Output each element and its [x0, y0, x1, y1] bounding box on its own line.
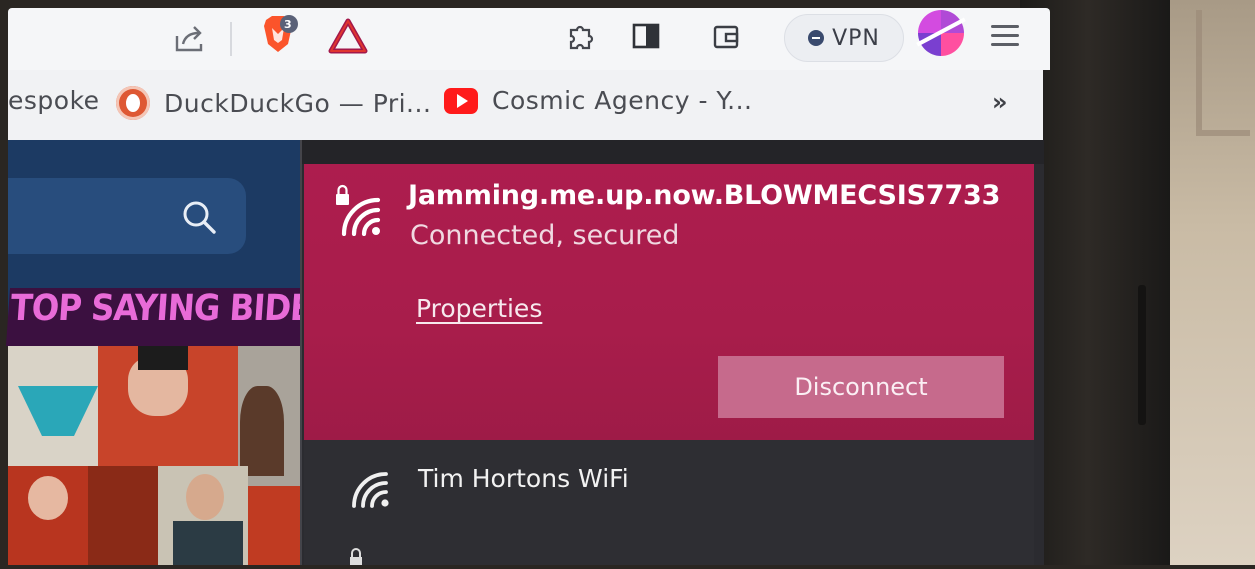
flyout-header-strip: [302, 140, 1044, 164]
duckduckgo-icon: [116, 86, 150, 120]
browser-toolbar: 3 VPN: [8, 8, 1050, 70]
sidebar-toggle-icon[interactable]: [630, 20, 662, 52]
brave-rewards-icon[interactable]: [328, 18, 368, 54]
web-page: TOP SAYING BIDEN!: [5, 140, 313, 565]
connection-status: Connected, secured: [410, 220, 680, 251]
bookmark-bespoke[interactable]: espoke: [8, 86, 100, 115]
bookmark-label: espoke: [8, 86, 100, 115]
image-collage: [8, 346, 308, 565]
extensions-icon[interactable]: [565, 20, 597, 52]
vpn-label: VPN: [832, 25, 880, 51]
secured-wifi-icon: [332, 184, 388, 237]
youtube-icon: [444, 87, 478, 114]
bookmark-label: Cosmic Agency - Y...: [492, 86, 753, 115]
vpn-button[interactable]: VPN: [784, 14, 904, 62]
connected-network-card[interactable]: Jamming.me.up.now.BLOWMECSIS7733 Connect…: [304, 164, 1034, 440]
vpn-status-icon: [808, 30, 825, 46]
page-banner-text: TOP SAYING BIDEN!: [5, 288, 313, 346]
chair: [1196, 10, 1250, 136]
lock-icon: [348, 548, 364, 565]
bookmarks-bar: espoke DuckDuckGo — Pri... Cosmic Agency…: [8, 70, 1043, 140]
bookmark-cosmic-agency[interactable]: Cosmic Agency - Y...: [444, 86, 752, 115]
bookmarks-overflow-button[interactable]: »: [992, 88, 1008, 116]
brave-shields-icon[interactable]: 3: [258, 14, 298, 56]
hamburger-menu-icon[interactable]: [988, 20, 1022, 50]
background-room: [1168, 0, 1255, 565]
search-icon[interactable]: [180, 198, 220, 238]
properties-link[interactable]: Properties: [416, 294, 542, 323]
bookmark-label: DuckDuckGo — Pri...: [164, 88, 432, 118]
profile-avatar[interactable]: [918, 10, 964, 56]
share-icon[interactable]: [173, 22, 205, 54]
wallet-icon[interactable]: [710, 20, 742, 52]
network-name: Tim Hortons WiFi: [418, 464, 629, 493]
wifi-icon: [350, 466, 394, 508]
bezel-edge: [1138, 285, 1146, 425]
toolbar-separator: [230, 22, 232, 56]
connected-ssid: Jamming.me.up.now.BLOWMECSIS7733: [408, 180, 1001, 211]
network-list-item[interactable]: Tim Hortons WiFi: [304, 440, 1034, 565]
brave-badge-count: 3: [284, 18, 292, 31]
bookmark-duckduckgo[interactable]: DuckDuckGo — Pri...: [116, 86, 431, 120]
wifi-flyout-panel: Jamming.me.up.now.BLOWMECSIS7733 Connect…: [300, 140, 1044, 565]
disconnect-button[interactable]: Disconnect: [718, 356, 1004, 418]
